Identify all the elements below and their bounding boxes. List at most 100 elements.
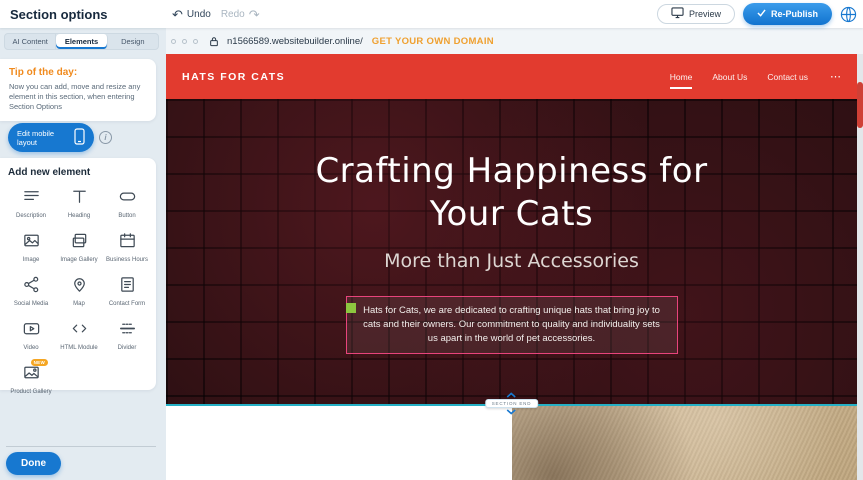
app-window: Section options ↶ Undo Redo ↷ Preview [0,0,863,480]
tab-ai-content[interactable]: AI Content [5,34,56,49]
hero-paragraph-box[interactable]: Hats for Cats, we are dedicated to craft… [346,296,678,353]
redo-button[interactable]: Redo ↷ [221,8,260,21]
tip-title: Tip of the day: [9,67,147,78]
element-product-gallery[interactable]: NEW Product Gallery [8,363,54,400]
edit-mobile-label: Edit mobile layout [17,129,67,147]
next-section-blank [166,405,512,480]
element-label: Image [23,257,40,268]
element-contact-form[interactable]: Contact Form [104,275,150,312]
element-grid: Description Heading Button Image Image G… [8,187,150,400]
image-gallery-icon [70,231,89,255]
site-preview: HATS FOR CATS Home About Us Contact us ⋯… [166,54,857,480]
nav-contact-us[interactable]: Contact us [767,68,808,86]
window-dot [171,39,176,44]
element-html-module[interactable]: HTML Module [56,319,102,356]
undo-button[interactable]: ↶ Undo [172,8,211,21]
drag-handle[interactable] [346,303,356,313]
element-label: Social Media [14,301,48,312]
element-image-gallery[interactable]: Image Gallery [56,231,102,268]
element-label: Heading [68,213,90,224]
sidebar-tabs: AI Content Elements Design [4,33,159,50]
element-image[interactable]: Image [8,231,54,268]
scrollbar[interactable] [857,54,863,480]
element-description[interactable]: Description [8,187,54,224]
get-domain-link[interactable]: GET YOUR OWN DOMAIN [372,36,494,47]
element-divider[interactable]: Divider [104,319,150,356]
next-section-photo[interactable] [512,405,857,480]
element-label: Description [16,213,46,224]
form-icon [118,275,137,299]
preview-button[interactable]: Preview [657,4,735,24]
element-label: Map [73,301,85,312]
hero-subheading[interactable]: More than Just Accessories [384,250,639,272]
page-title: Section options [10,7,108,22]
globe-icon[interactable] [840,6,857,23]
divider-icon [118,319,137,343]
done-button[interactable]: Done [6,452,61,475]
phone-icon [74,128,85,147]
republish-button[interactable]: Re-Publish [743,3,832,25]
nav-home[interactable]: Home [670,68,693,86]
product-gallery-icon [22,363,41,387]
arrow-down-icon [507,409,517,415]
lock-icon [209,36,219,47]
hero-section[interactable]: Crafting Happiness for Your Cats More th… [166,99,857,405]
element-heading[interactable]: Heading [56,187,102,224]
panel-title: Add new element [8,167,150,178]
element-button[interactable]: Button [104,187,150,224]
nav-more-icon[interactable]: ⋯ [830,70,841,83]
element-label: Product Gallery [10,389,51,400]
calendar-icon [118,231,137,255]
map-pin-icon [70,275,89,299]
edit-mobile-layout-button[interactable]: Edit mobile layout [8,123,94,152]
element-map[interactable]: Map [56,275,102,312]
image-icon [22,231,41,255]
element-label: Contact Form [109,301,145,312]
element-label: HTML Module [60,345,97,356]
window-dot [182,39,187,44]
site-header: HATS FOR CATS Home About Us Contact us ⋯ [166,54,857,99]
redo-label: Redo [221,9,245,20]
text-lines-icon [22,187,41,211]
window-dot [193,39,198,44]
section-end-handle[interactable]: SECTION END [485,392,539,415]
sidebar-divider [6,446,156,447]
site-nav: Home About Us Contact us ⋯ [670,68,841,86]
scrollbar-thumb[interactable] [857,82,863,128]
info-icon[interactable]: i [99,131,112,144]
next-section [166,405,857,480]
new-badge: NEW [31,359,48,366]
hero-heading[interactable]: Crafting Happiness for Your Cats [277,150,747,235]
element-label: Video [23,345,38,356]
tab-design[interactable]: Design [108,34,158,49]
element-label: Image Gallery [60,257,97,268]
element-business-hours[interactable]: Business Hours [104,231,150,268]
preview-label: Preview [689,9,721,19]
section-end-label: SECTION END [485,399,539,408]
browser-bar: n1566589.websitebuilder.online/ GET YOUR… [166,28,863,54]
add-element-panel: Add new element Description Heading Butt… [0,158,156,390]
site-url: n1566589.websitebuilder.online/ [227,36,363,47]
tip-of-the-day-card: Tip of the day: Now you can add, move an… [0,59,156,121]
canvas: n1566589.websitebuilder.online/ GET YOUR… [166,28,863,480]
nav-about-us[interactable]: About Us [712,68,747,86]
topbar: Section options ↶ Undo Redo ↷ Preview [0,0,863,28]
hero-paragraph: Hats for Cats, we are dedicated to craft… [363,305,660,344]
sidebar: AI Content Elements Design Tip of the da… [0,28,166,480]
element-social-media[interactable]: Social Media [8,275,54,312]
monitor-icon [671,7,684,21]
redo-icon: ↷ [249,8,260,21]
heading-icon [70,187,89,211]
video-icon [22,319,41,343]
undo-label: Undo [187,9,211,20]
republish-label: Re-Publish [771,9,818,19]
tab-elements[interactable]: Elements [56,34,107,49]
undo-icon: ↶ [172,8,183,21]
site-logo[interactable]: HATS FOR CATS [182,71,285,83]
element-video[interactable]: Video [8,319,54,356]
check-icon [757,9,766,19]
history-controls: ↶ Undo Redo ↷ [172,0,260,28]
tip-body: Now you can add, move and resize any ele… [9,82,147,112]
share-icon [22,275,41,299]
element-label: Business Hours [106,257,148,268]
